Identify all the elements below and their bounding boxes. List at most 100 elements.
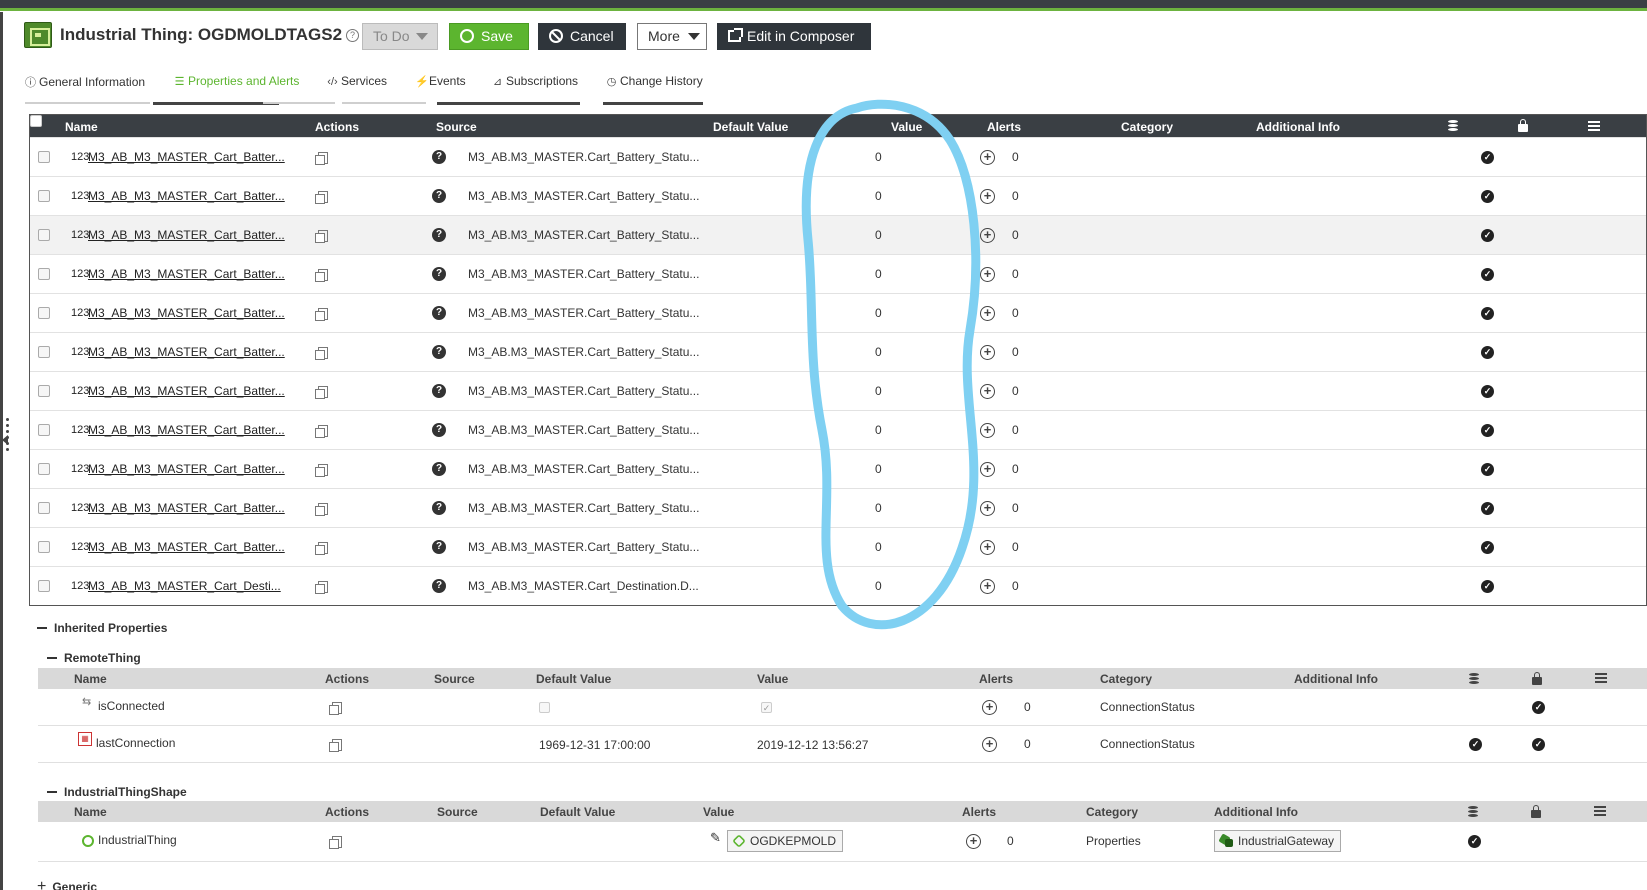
copy-icon[interactable]	[315, 308, 328, 321]
table-row[interactable]: 123 M3_AB_M3_MASTER_Cart_Desti...? M3_AB.M…	[30, 566, 1646, 605]
table-row[interactable]: 123 M3_AB_M3_MASTER_Cart_Batter...? M3_AB.…	[30, 215, 1646, 254]
more-button[interactable]: More	[637, 23, 707, 50]
copy-icon[interactable]	[315, 386, 328, 399]
copy-icon[interactable]	[315, 347, 328, 360]
row-checkbox[interactable]	[38, 385, 50, 397]
row-checkbox[interactable]	[38, 541, 50, 553]
alert-count: 0	[1012, 540, 1019, 554]
additional-info-pill[interactable]: IndustrialGateway	[1214, 830, 1342, 852]
add-alert-icon[interactable]: +	[980, 540, 995, 555]
copy-icon[interactable]	[315, 269, 328, 282]
tab-subscriptions[interactable]: ⊿ Subscriptions	[492, 74, 578, 88]
add-alert-icon[interactable]: +	[980, 462, 995, 477]
col-alerts[interactable]: Alerts	[987, 120, 1021, 134]
tab-properties-and-alerts[interactable]: ☰ Properties and Alerts	[174, 74, 300, 88]
table-row: IndustrialThing ✎ OGDKEPMOLD + 0 Propert…	[38, 822, 1647, 862]
copy-icon[interactable]	[329, 702, 342, 715]
source-path: M3_AB.M3_MASTER.Cart_Battery_Statu...	[468, 189, 700, 203]
table-row[interactable]: 123 M3_AB_M3_MASTER_Cart_Batter...? M3_AB.…	[30, 488, 1646, 527]
col-name[interactable]: Name	[65, 120, 98, 134]
copy-icon[interactable]	[329, 739, 342, 752]
table-row[interactable]: 123 M3_AB_M3_MASTER_Cart_Batter...? M3_AB.…	[30, 332, 1646, 371]
row-checkbox[interactable]	[38, 268, 50, 280]
add-alert-icon[interactable]: +	[980, 423, 995, 438]
tab-change-history[interactable]: ◷ Change History	[606, 74, 703, 88]
row-checkbox[interactable]	[38, 190, 50, 202]
tab-general-information[interactable]: ⓘ General Information	[25, 74, 145, 90]
thing-value-pill[interactable]: OGDKEPMOLD	[727, 830, 844, 852]
property-name-link[interactable]: M3_AB_M3_MASTER_Cart_Batter...	[88, 462, 285, 476]
property-name-link[interactable]: M3_AB_M3_MASTER_Cart_Batter...	[88, 150, 285, 164]
col-additional-info[interactable]: Additional Info	[1256, 120, 1340, 134]
add-alert-icon[interactable]: +	[982, 737, 997, 752]
table-row[interactable]: 123 M3_AB_M3_MASTER_Cart_Batter...? M3_AB.…	[30, 293, 1646, 332]
table-row[interactable]: 123 M3_AB_M3_MASTER_Cart_Batter...? M3_AB.…	[30, 449, 1646, 488]
add-alert-icon[interactable]: +	[980, 384, 995, 399]
row-checkbox[interactable]	[38, 463, 50, 475]
add-alert-icon[interactable]: +	[980, 150, 995, 165]
pencil-icon[interactable]: ✎	[710, 830, 721, 846]
add-alert-icon[interactable]: +	[966, 834, 981, 849]
property-name-link[interactable]: M3_AB_M3_MASTER_Cart_Batter...	[88, 540, 285, 554]
add-alert-icon[interactable]: +	[980, 501, 995, 516]
copy-icon[interactable]	[315, 152, 328, 165]
generic-toggle[interactable]: + Generic	[37, 878, 97, 890]
row-checkbox[interactable]	[38, 580, 50, 592]
number-type-icon: 123	[71, 151, 90, 163]
col-category[interactable]: Category	[1121, 120, 1173, 134]
add-alert-icon[interactable]: +	[980, 306, 995, 321]
property-name-link[interactable]: M3_AB_M3_MASTER_Cart_Batter...	[88, 423, 285, 437]
remote-thing-toggle[interactable]: RemoteThing	[47, 651, 141, 665]
property-name-link[interactable]: M3_AB_M3_MASTER_Cart_Desti...	[88, 579, 281, 593]
copy-icon[interactable]	[315, 503, 328, 516]
row-checkbox[interactable]	[38, 229, 50, 241]
column-list-icon[interactable]	[1588, 121, 1600, 131]
row-checkbox[interactable]	[38, 502, 50, 514]
tab-events[interactable]: ⚡Events	[415, 74, 466, 88]
tab-services[interactable]: ‹/› Services	[327, 74, 387, 88]
property-name-link[interactable]: M3_AB_M3_MASTER_Cart_Batter...	[88, 384, 285, 398]
table-row[interactable]: 123 M3_AB_M3_MASTER_Cart_Batter...? M3_AB.…	[30, 527, 1646, 566]
property-name-link[interactable]: M3_AB_M3_MASTER_Cart_Batter...	[88, 267, 285, 281]
table-row[interactable]: 123 M3_AB_M3_MASTER_Cart_Batter...? M3_AB.…	[30, 410, 1646, 449]
collapse-arrow-icon[interactable]	[2, 435, 8, 445]
cancel-button[interactable]: Cancel	[538, 23, 626, 50]
industrial-thing-shape-toggle[interactable]: IndustrialThingShape	[47, 785, 187, 799]
copy-icon[interactable]	[315, 581, 328, 594]
property-name-link[interactable]: M3_AB_M3_MASTER_Cart_Batter...	[88, 228, 285, 242]
copy-icon[interactable]	[315, 464, 328, 477]
add-alert-icon[interactable]: +	[982, 700, 997, 715]
table-row[interactable]: 123 M3_AB_M3_MASTER_Cart_Batter...? M3_AB.…	[30, 176, 1646, 215]
row-checkbox[interactable]	[38, 307, 50, 319]
copy-icon[interactable]	[315, 191, 328, 204]
col-source[interactable]: Source	[436, 120, 477, 134]
table-row[interactable]: 123 M3_AB_M3_MASTER_Cart_Batter...? M3_AB.…	[30, 254, 1646, 293]
save-button[interactable]: Save	[449, 23, 529, 50]
add-alert-icon[interactable]: +	[980, 189, 995, 204]
property-name-link[interactable]: M3_AB_M3_MASTER_Cart_Batter...	[88, 345, 285, 359]
property-name-link[interactable]: M3_AB_M3_MASTER_Cart_Batter...	[88, 501, 285, 515]
copy-icon[interactable]	[315, 230, 328, 243]
add-alert-icon[interactable]: +	[980, 228, 995, 243]
help-icon[interactable]: ?	[346, 29, 360, 42]
row-checkbox[interactable]	[38, 346, 50, 358]
select-all-checkbox[interactable]	[30, 115, 42, 127]
edit-in-composer-button[interactable]: Edit in Composer	[717, 23, 871, 50]
inherited-properties-toggle[interactable]: Inherited Properties	[37, 621, 167, 635]
add-alert-icon[interactable]: +	[980, 579, 995, 594]
copy-icon[interactable]	[315, 425, 328, 438]
property-name-link[interactable]: M3_AB_M3_MASTER_Cart_Batter...	[88, 306, 285, 320]
col-value[interactable]: Value	[891, 120, 922, 134]
table-row[interactable]: 123 M3_AB_M3_MASTER_Cart_Batter...? M3_AB.…	[30, 137, 1646, 176]
table-row[interactable]: 123 M3_AB_M3_MASTER_Cart_Batter...? M3_AB.…	[30, 371, 1646, 410]
copy-icon[interactable]	[315, 542, 328, 555]
add-alert-icon[interactable]: +	[980, 345, 995, 360]
lock-icon	[1532, 672, 1542, 685]
copy-icon[interactable]	[329, 836, 342, 849]
row-checkbox[interactable]	[38, 151, 50, 163]
add-alert-icon[interactable]: +	[980, 267, 995, 282]
property-name-link[interactable]: M3_AB_M3_MASTER_Cart_Batter...	[88, 189, 285, 203]
todo-button[interactable]: To Do	[362, 23, 438, 50]
col-default-value[interactable]: Default Value	[713, 120, 788, 134]
row-checkbox[interactable]	[38, 424, 50, 436]
